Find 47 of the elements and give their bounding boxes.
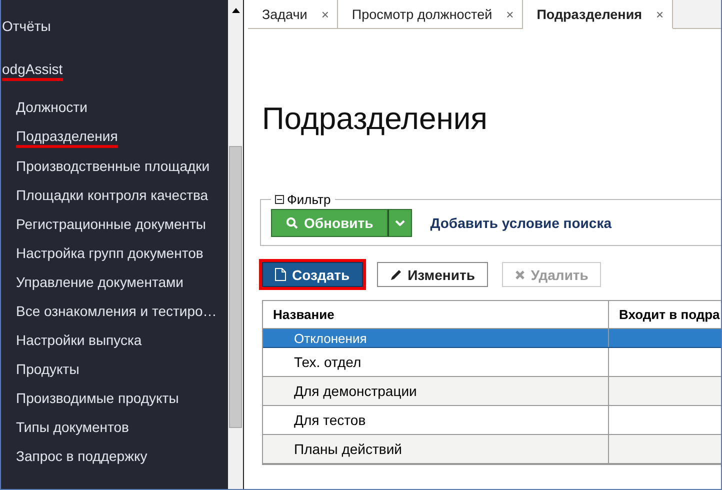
table-row[interactable]: Отклонения <box>263 329 721 348</box>
page-title: Подразделения <box>262 101 488 137</box>
document-icon <box>275 268 286 281</box>
chevron-down-icon <box>395 220 406 226</box>
sidebar-item[interactable]: Подразделения <box>16 128 118 148</box>
table-cell: Тех. отдел <box>263 348 609 376</box>
sidebar-item[interactable]: Настройки выпуска <box>16 332 142 351</box>
edit-button[interactable]: Изменить <box>376 262 488 287</box>
sidebar-item[interactable]: Производственные площадки <box>16 158 210 177</box>
tab[interactable]: Задачи × <box>248 0 338 28</box>
table-row[interactable]: Для тестов <box>263 406 721 435</box>
pencil-icon <box>390 268 402 280</box>
sidebar-item[interactable]: Типы документов <box>16 419 129 438</box>
sidebar-item[interactable]: Отчёты <box>2 18 51 37</box>
sidebar-item[interactable]: Площадки контроля качества <box>16 187 208 206</box>
sidebar-item[interactable]: Должности <box>16 99 88 118</box>
sidebar-item[interactable]: Регистрационные документы <box>16 216 206 235</box>
table-cell: Для тестов <box>263 406 609 434</box>
scrollbar[interactable] <box>228 0 244 489</box>
cross-icon <box>514 270 525 280</box>
add-condition-link[interactable]: Добавить условие поиска <box>430 215 612 231</box>
table-cell: Отклонения <box>263 329 609 347</box>
close-icon[interactable]: × <box>321 6 329 22</box>
sidebar-item[interactable]: Все ознакомления и тестиро… <box>16 303 217 322</box>
tab[interactable]: Подразделения × <box>522 0 673 29</box>
table-row[interactable]: Планы действий <box>263 435 721 464</box>
collapse-icon[interactable] <box>275 195 284 204</box>
sidebar-item[interactable]: odgAssist <box>2 61 63 81</box>
sidebar-item[interactable]: Продукты <box>16 361 80 380</box>
table-row[interactable]: Для демонстрации <box>263 377 721 406</box>
table-row[interactable]: Тех. отдел <box>263 348 721 377</box>
table-cell: Планы действий <box>263 435 609 463</box>
close-icon[interactable]: × <box>656 6 664 22</box>
sidebar-item[interactable]: Производимые продукты <box>16 390 179 409</box>
sidebar-item[interactable]: Настройка групп документов <box>16 245 204 264</box>
close-icon[interactable]: × <box>506 6 514 22</box>
filter-legend: Фильтр <box>287 192 331 207</box>
search-icon <box>286 217 298 229</box>
sidebar-item[interactable]: Запрос в поддержку <box>16 448 148 467</box>
column-header[interactable]: Название <box>263 301 609 328</box>
dropdown-button[interactable] <box>388 209 412 237</box>
table-cell: Для демонстрации <box>263 377 609 405</box>
column-header[interactable]: Входит в подра <box>609 301 721 328</box>
sidebar-item[interactable]: Управление документами <box>16 274 184 293</box>
create-button[interactable]: Создать <box>262 262 363 287</box>
scrollbar-thumb[interactable] <box>229 146 242 428</box>
scroll-up-icon[interactable] <box>232 8 240 13</box>
